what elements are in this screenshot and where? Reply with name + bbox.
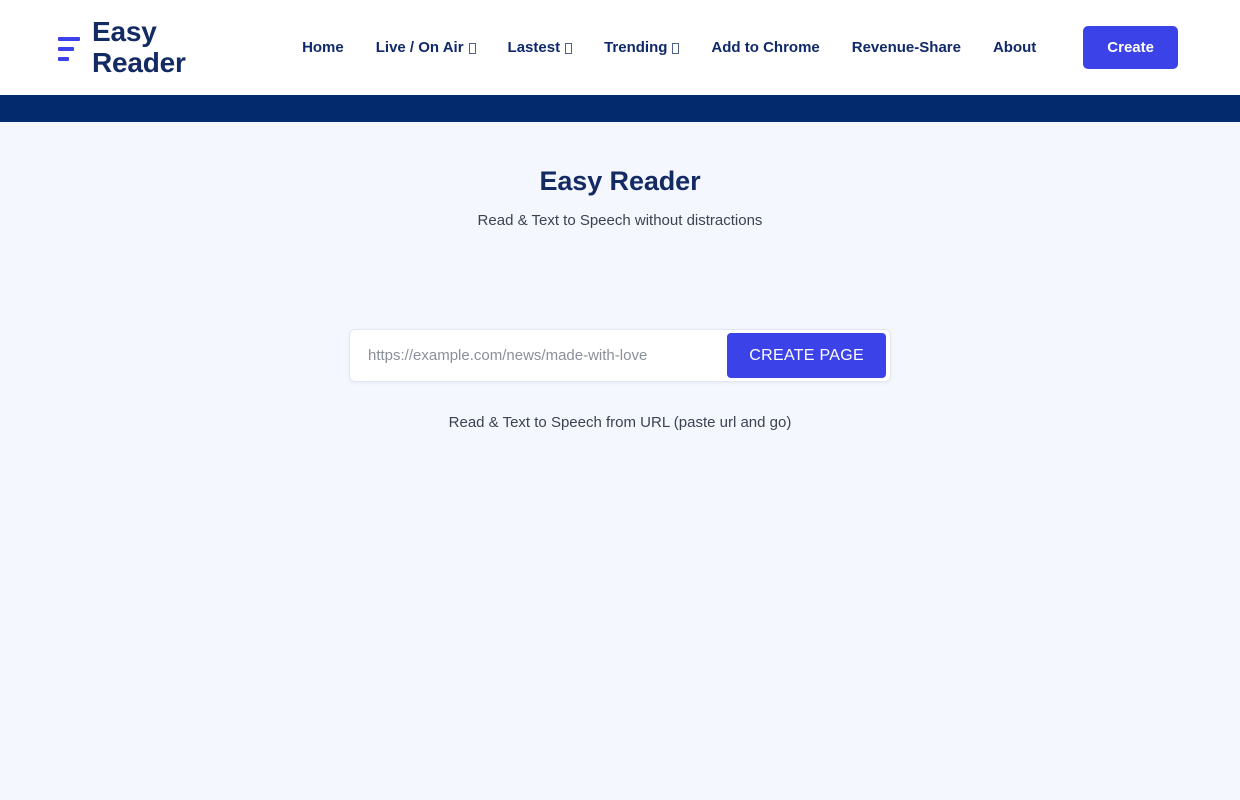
nav-item-live-on-air-label: Live / On Air (375, 39, 464, 56)
nav-item-live-on-air[interactable]: Live / On Air (360, 39, 492, 56)
nav-item-about-label: About (992, 39, 1037, 56)
nav-item-trending[interactable]: Trending (588, 39, 695, 56)
hero-section: Easy Reader Read & Text to Speech withou… (0, 122, 1240, 800)
nav-item-about[interactable]: About (977, 39, 1052, 56)
nav-item-add-to-chrome-label: Add to Chrome (711, 39, 820, 56)
nav-item-home-label: Home (302, 39, 344, 56)
chevron-down-icon (468, 43, 476, 54)
nav-item-trending-label: Trending (604, 39, 668, 56)
nav-item-revenue-share[interactable]: Revenue-Share (836, 39, 977, 56)
main-navigation: Home Live / On Air Lastest Trending Add … (286, 26, 1178, 69)
nav-item-home[interactable]: Home (286, 39, 360, 56)
url-input[interactable] (354, 334, 728, 377)
nav-item-lastest[interactable]: Lastest (492, 39, 589, 56)
chevron-down-icon (672, 43, 680, 54)
brand-logo-link[interactable]: Easy Reader (58, 17, 186, 77)
nav-item-add-to-chrome[interactable]: Add to Chrome (695, 39, 835, 56)
create-button[interactable]: Create (1083, 26, 1178, 69)
three-bars-logo-icon (58, 28, 80, 68)
site-header: Easy Reader Home Live / On Air Lastest T… (0, 0, 1240, 95)
chevron-down-icon (565, 43, 573, 54)
brand-name: Easy Reader (92, 16, 186, 78)
nav-item-revenue-share-label: Revenue-Share (851, 39, 961, 56)
navy-accent-strip (0, 95, 1240, 122)
nav-item-lastest-label: Lastest (507, 39, 561, 56)
page-title: Easy Reader (539, 166, 701, 196)
create-page-button[interactable]: CREATE PAGE (727, 333, 886, 378)
url-form-container: CREATE PAGE (0, 329, 1240, 382)
url-form: CREATE PAGE (349, 329, 891, 382)
page-subtitle: Read & Text to Speech without distractio… (477, 212, 763, 229)
url-form-hint: Read & Text to Speech from URL (paste ur… (448, 414, 792, 431)
